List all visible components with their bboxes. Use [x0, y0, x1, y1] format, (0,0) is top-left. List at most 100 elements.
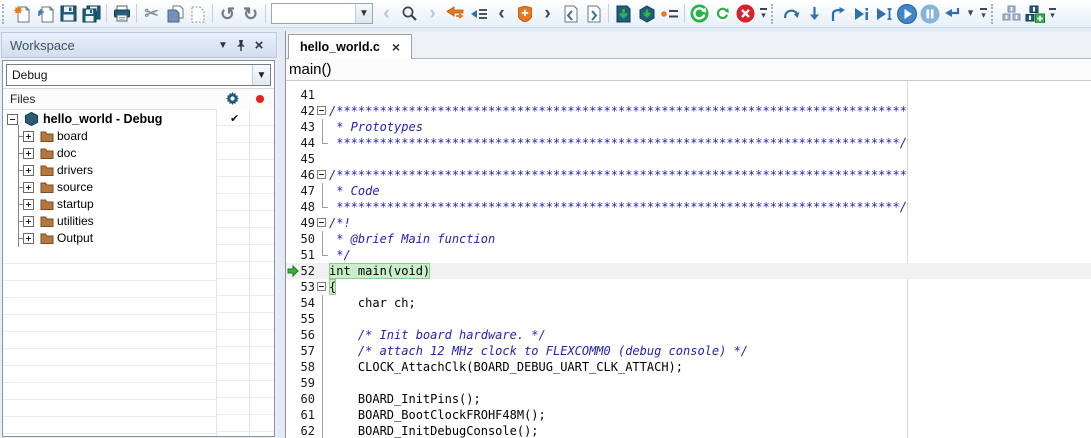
go-dropdown-icon[interactable]: ▾ [964, 2, 977, 26]
save-all-icon[interactable] [80, 2, 103, 26]
pin-icon[interactable] [232, 39, 250, 52]
code-area[interactable]: 41 42/**********************************… [286, 81, 1091, 438]
redo-icon[interactable]: ↻ [239, 2, 262, 26]
toolbar-grip[interactable] [2, 4, 8, 24]
breakpoint-gutter[interactable] [286, 135, 299, 151]
breakpoint-gutter[interactable] [286, 391, 299, 407]
expand-icon[interactable] [23, 182, 34, 193]
tree-item-folder[interactable]: utilities [3, 213, 213, 230]
quick-search-input[interactable] [272, 4, 355, 23]
find-next-icon[interactable]: › [421, 2, 444, 26]
download-and-debug-icon[interactable] [612, 2, 635, 26]
breakpoint-gutter[interactable] [286, 87, 299, 103]
quick-search-dropdown-icon[interactable]: ▼ [355, 4, 372, 23]
breakpoint-gutter[interactable] [286, 263, 299, 279]
expand-icon[interactable] [23, 199, 34, 210]
fold-collapse-icon[interactable] [315, 279, 329, 295]
next-tab-icon[interactable] [582, 2, 605, 26]
breakpoints-window-icon[interactable] [658, 2, 681, 26]
tree-item-folder[interactable]: Output [3, 230, 213, 247]
stack-window-icon[interactable] [1000, 2, 1023, 26]
open-document-icon[interactable] [34, 2, 57, 26]
break-icon[interactable] [918, 2, 941, 26]
previous-tab-icon[interactable] [559, 2, 582, 26]
undo-icon[interactable]: ↺ [216, 2, 239, 26]
quick-search-combo[interactable]: ▼ [271, 3, 373, 24]
previous-bookmark-icon[interactable]: ‹ [490, 2, 513, 26]
find-previous-icon[interactable]: ‹ [375, 2, 398, 26]
bookmark-list-icon[interactable] [467, 2, 490, 26]
next-bookmark-icon[interactable]: › [536, 2, 559, 26]
tree-item-folder[interactable]: startup [3, 196, 213, 213]
stop-debugging-icon[interactable] [734, 2, 757, 26]
fold-collapse-icon[interactable] [315, 215, 329, 231]
breakpoint-gutter[interactable] [286, 327, 299, 343]
breakpoint-gutter[interactable] [286, 311, 299, 327]
toolbar-overflow-icon[interactable]: ▾ [977, 8, 990, 20]
breakpoint-gutter[interactable] [286, 343, 299, 359]
go-icon[interactable] [895, 2, 918, 26]
breakpoint-gutter[interactable] [286, 359, 299, 375]
restart-debugger-icon[interactable] [711, 2, 734, 26]
tree-item-folder[interactable]: drivers [3, 162, 213, 179]
save-icon[interactable] [57, 2, 80, 26]
toolbar-overflow-icon[interactable]: ▾ [757, 8, 770, 20]
fold-collapse-icon[interactable] [315, 103, 329, 119]
tab-hello-world-c[interactable]: hello_world.c × [288, 34, 412, 59]
find-icon[interactable] [398, 2, 421, 26]
reset-icon[interactable] [941, 2, 964, 26]
step-out-icon[interactable] [826, 2, 849, 26]
collapse-icon[interactable] [7, 114, 18, 125]
new-document-icon[interactable] [11, 2, 34, 26]
tree-item-folder[interactable]: source [3, 179, 213, 196]
breakpoint-gutter[interactable] [286, 423, 299, 438]
window-menu-icon[interactable]: ▼ [214, 40, 232, 51]
step-over-icon[interactable] [780, 2, 803, 26]
breakpoint-gutter[interactable] [286, 103, 299, 119]
tree-item-project[interactable]: hello_world - Debug [3, 111, 213, 128]
close-icon[interactable]: × [250, 37, 268, 54]
expand-icon[interactable] [23, 216, 34, 227]
function-breadcrumb[interactable]: main() [286, 59, 1091, 81]
step-into-icon[interactable] [803, 2, 826, 26]
toolbar-overflow-icon[interactable]: ▾ [1046, 8, 1059, 20]
paste-icon[interactable] [186, 2, 209, 26]
gear-icon[interactable] [226, 92, 239, 105]
make-and-restart-debugger-icon[interactable] [688, 2, 711, 26]
toolbar-grip[interactable] [771, 4, 777, 24]
expand-icon[interactable] [23, 148, 34, 159]
next-statement-icon[interactable] [849, 2, 872, 26]
expand-icon[interactable] [23, 233, 34, 244]
breakpoint-gutter[interactable] [286, 119, 299, 135]
breakpoint-gutter[interactable] [286, 407, 299, 423]
fold-collapse-icon[interactable] [315, 167, 329, 183]
toolbar-grip[interactable] [991, 4, 997, 24]
tree-item-folder[interactable]: board [3, 128, 213, 145]
memory-window-add-icon[interactable] [1023, 2, 1046, 26]
config-selector[interactable]: Debug ▼ [6, 64, 271, 86]
debug-without-downloading-icon[interactable] [635, 2, 658, 26]
cut-icon[interactable]: ✂ [140, 2, 163, 26]
breakpoint-gutter[interactable] [286, 295, 299, 311]
navigate-backward-icon[interactable] [444, 2, 467, 26]
breakpoint-gutter[interactable] [286, 375, 299, 391]
print-icon[interactable] [110, 2, 133, 26]
breakpoint-gutter[interactable] [286, 199, 299, 215]
breakpoint-gutter[interactable] [286, 247, 299, 263]
tab-close-icon[interactable]: × [392, 40, 400, 54]
run-to-cursor-icon[interactable] [872, 2, 895, 26]
breakpoint-gutter[interactable] [286, 151, 299, 167]
tree-item-folder[interactable]: doc [3, 145, 213, 162]
breakpoint-gutter[interactable] [286, 215, 299, 231]
expand-icon[interactable] [23, 165, 34, 176]
breakpoint-gutter[interactable] [286, 231, 299, 247]
expand-icon[interactable] [23, 131, 34, 142]
breakpoint-gutter[interactable] [286, 279, 299, 295]
copy-icon[interactable] [163, 2, 186, 26]
options-grid [216, 109, 274, 436]
breakpoint-gutter[interactable] [286, 167, 299, 183]
config-dropdown-icon[interactable]: ▼ [252, 65, 270, 85]
breakpoint-gutter[interactable] [286, 183, 299, 199]
fold-gutter [315, 375, 329, 391]
toggle-breakpoint-icon[interactable] [513, 2, 536, 26]
